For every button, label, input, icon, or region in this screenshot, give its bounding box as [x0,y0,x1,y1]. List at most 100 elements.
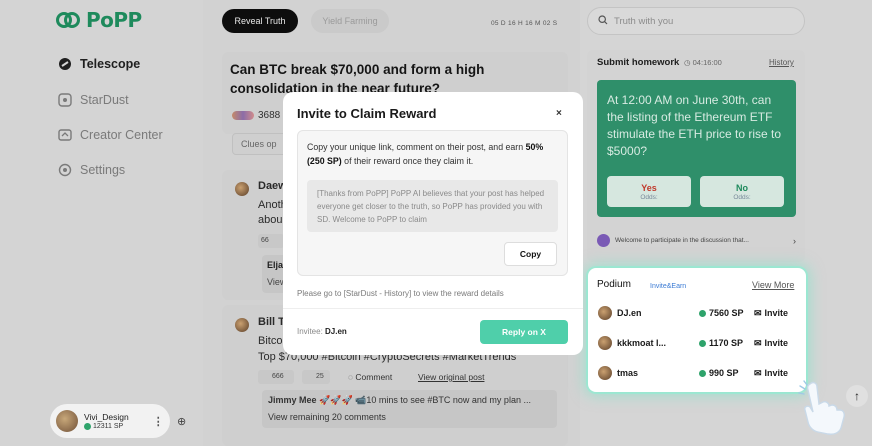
reaction-count[interactable]: 66 [258,234,284,248]
participant-count: 3688 [258,110,281,121]
sidebar-item-stardust[interactable]: StarDust [58,93,129,107]
podium-user-name: tmas [617,368,639,378]
info-text-pre: Copy your unique link, comment on their … [307,142,524,152]
settings-icon [58,163,72,177]
pointer-hand-icon [796,378,856,436]
user-profile-chip[interactable]: Vivi_Design 12311 SP ⋮ [50,404,170,438]
podium-row: DJ.en 7560 SP ✉ Invite [598,303,798,323]
discussion-text: Welcome to participate in the discussion… [615,237,749,244]
countdown-timer: 05 D 16 H 16 M 02 S [491,20,558,27]
discussion-link[interactable]: Welcome to participate in the discussion… [597,234,796,247]
odds-label: Odds: [733,193,751,201]
invitee: Invitee: DJ.en [297,327,347,336]
avatar [56,410,78,432]
copy-button[interactable]: Copy [504,242,557,266]
coin-icon [84,423,91,430]
search-icon [598,14,608,28]
mail-icon: ✉ [754,337,762,348]
podium-row: kkkmoat l... 1170 SP ✉ Invite [598,333,798,353]
mail-icon: ✉ [754,307,762,318]
reply-on-x-button[interactable]: Reply on X [480,320,568,344]
clock-icon: ◷ [684,58,691,67]
avatar [598,306,612,320]
invite-label: Invite [764,338,789,348]
invite-message-box[interactable]: [Thanks from PoPP] PoPP AI believes that… [307,180,558,232]
invite-earn-badge[interactable]: Invite&Earn [650,283,686,290]
user-sp-value: 12311 SP [93,423,124,430]
homework-time: 04:16:00 [692,58,722,67]
chevron-right-icon: › [793,235,796,246]
post-text: Bitco [258,335,283,347]
avatar [598,336,612,350]
reward-count[interactable]: 25 [302,370,330,384]
app-logo[interactable]: PoPP [56,8,142,32]
podium-user-sp: 7560 SP [699,308,754,318]
invite-button[interactable]: ✉ Invite [754,368,788,379]
sidebar-item-settings[interactable]: Settings [58,163,125,177]
invitee-name: DJ.en [325,327,347,336]
avatar [598,366,612,380]
stardust-icon [58,93,72,107]
post-text: abou [258,214,283,226]
podium-user-sp: 1170 SP [699,338,754,348]
invite-button[interactable]: ✉ Invite [754,338,788,349]
coin-icon [699,369,706,377]
view-original-link[interactable]: View original post [418,372,484,382]
globe-icon[interactable]: ⊕ [177,415,186,428]
invitee-label: Invitee: [297,327,323,336]
creator-icon [58,128,72,142]
podium-user-sp: 990 SP [699,368,754,378]
podium-user-name: kkkmoat l... [617,338,667,348]
sidebar-item-label: StarDust [80,93,129,107]
view-more-link[interactable]: View More [752,280,794,290]
user-info: Vivi_Design 12311 SP [84,412,129,430]
prediction-question: At 12:00 AM on June 30th, can the listin… [607,93,782,158]
avatar [235,318,249,332]
divider [283,308,583,309]
reply-author: Elja [267,260,284,270]
coin-icon [699,339,706,347]
mail-icon: ✉ [754,367,762,378]
user-name: Vivi_Design [84,412,129,422]
close-icon[interactable]: × [556,108,562,119]
vote-no-button[interactable]: No Odds: [700,176,784,207]
reply-line: Jimmy Mee 🚀🚀🚀 📹10 mins to see #BTC now a… [268,395,553,406]
logo-icon [56,10,80,30]
invite-button[interactable]: ✉ Invite [754,308,788,319]
tab-yield-farming[interactable]: Yield Farming [311,9,389,33]
info-text: Copy your unique link, comment on their … [307,140,559,168]
app-name: PoPP [86,8,142,32]
search-input[interactable]: Truth with you [587,7,805,35]
more-options-icon[interactable]: ⋮ [153,415,164,428]
sidebar-item-creator-center[interactable]: Creator Center [58,128,163,142]
vote-yes-button[interactable]: Yes Odds: [607,176,691,207]
tab-reveal-truth[interactable]: Reveal Truth [222,9,298,33]
search-placeholder: Truth with you [614,15,674,27]
reply-author: Jimmy Mee [268,395,317,405]
sp-value: 1170 SP [709,338,744,348]
podium-row: tmas 990 SP ✉ Invite [598,363,798,383]
sidebar-item-label: Creator Center [80,128,163,142]
homework-title: Submit homework [597,57,680,68]
sidebar-item-label: Settings [80,163,126,177]
reward-note: Please go to [StarDust - History] to vie… [297,289,504,298]
user-sp: 12311 SP [84,423,129,430]
vote-no-label: No [736,182,748,193]
reply-text: 🚀🚀🚀 📹10 mins to see #BTC now and my plan… [319,395,531,405]
vote-yes-label: Yes [641,182,657,193]
homework-timer: ◷ 04:16:00 [684,58,722,67]
podium-title: Podium [597,279,631,290]
sidebar-item-telescope[interactable]: Telescope [58,57,140,71]
telescope-icon [58,57,72,71]
reaction-count[interactable]: 666 [258,370,294,384]
view-remaining-comments[interactable]: View remaining 20 comments [268,412,386,422]
info-text-post: of their reward once they claim it. [344,156,474,166]
invite-label: Invite [764,368,789,378]
comment-button[interactable]: ◌ Comment [348,372,392,382]
odds-label: Odds: [640,193,658,201]
comment-label: Comment [355,372,393,382]
discussion-icon [597,234,610,247]
sp-value: 7560 SP [709,308,744,318]
history-link[interactable]: History [769,58,794,67]
invite-label: Invite [764,308,789,318]
